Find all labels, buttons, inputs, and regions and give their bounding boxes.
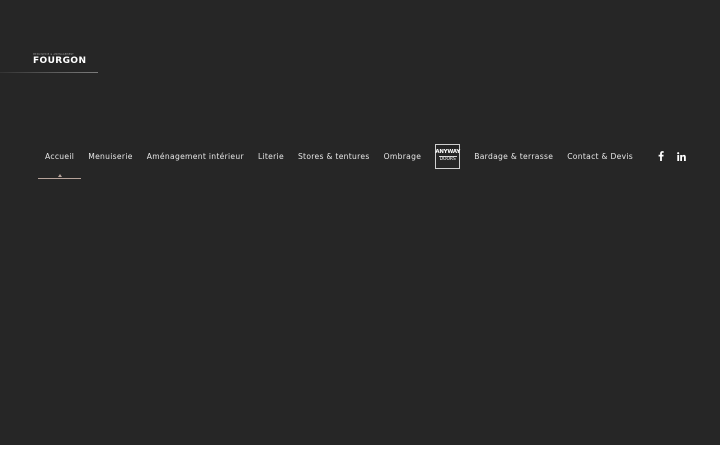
nav-item-anyway-doors[interactable]: ANYWAY DOORS [428, 143, 467, 169]
nav-item-accueil[interactable]: Accueil [38, 143, 82, 179]
linkedin-icon[interactable] [676, 150, 686, 162]
anyway-doors-logo: ANYWAY DOORS [435, 143, 461, 169]
nav-item-label: Literie [257, 151, 284, 161]
nav-item-label: Bardage & terrasse [474, 151, 554, 161]
logo[interactable]: MENUISERIE & AMÉNAGEMENT FOURGON [33, 53, 99, 66]
anyway-doors-logo-line2: DOORS [438, 156, 457, 162]
nav-item-literie[interactable]: Literie [251, 143, 291, 169]
main-navigation: Accueil Menuiserie Aménagement intérieur… [38, 143, 640, 179]
facebook-icon[interactable] [656, 150, 666, 162]
anyway-doors-logo-line1: ANYWAY [435, 149, 461, 155]
logo-wordmark: FOURGON [33, 56, 87, 66]
nav-item-label: Ombrage [383, 151, 422, 161]
logo-divider [0, 72, 98, 73]
nav-item-label: Aménagement intérieur [146, 151, 244, 161]
nav-item-stores-tentures[interactable]: Stores & tentures [291, 143, 377, 169]
nav-item-label: Contact & Devis [567, 151, 634, 161]
active-underline [38, 178, 82, 179]
social-links [656, 148, 686, 164]
nav-item-amenagement-interieur[interactable]: Aménagement intérieur [140, 143, 251, 169]
hero-section: MENUISERIE & AMÉNAGEMENT FOURGON Accueil… [0, 0, 720, 445]
nav-item-label: Menuiserie [88, 151, 133, 161]
nav-item-contact-devis[interactable]: Contact & Devis [560, 143, 640, 169]
nav-item-ombrage[interactable]: Ombrage [377, 143, 429, 169]
nav-item-label: Accueil [45, 151, 75, 161]
nav-item-label: Stores & tentures [297, 151, 370, 161]
active-caret-icon [57, 174, 62, 177]
nav-item-menuiserie[interactable]: Menuiserie [81, 143, 140, 169]
nav-item-bardage-terrasse[interactable]: Bardage & terrasse [467, 143, 560, 169]
